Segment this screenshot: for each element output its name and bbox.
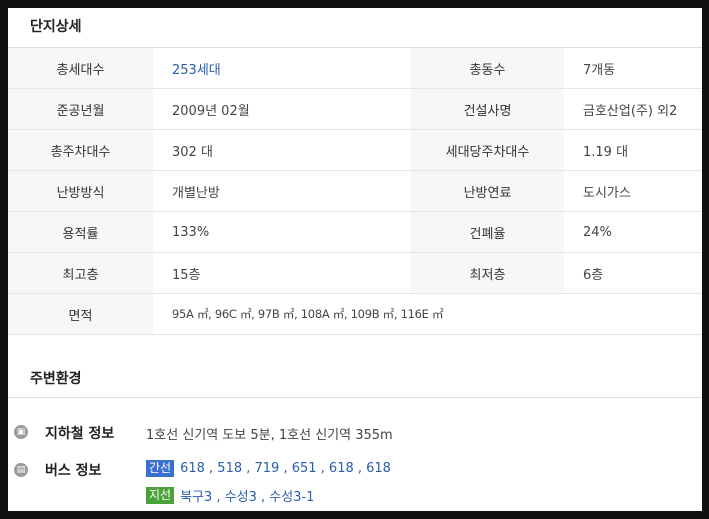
detail-section-title: 단지상세 [30,19,82,35]
table-row: 용적률 133% 건폐율 24% [8,211,702,253]
label-total-households: 총세대수 [8,48,153,89]
branch-route-badge: 지선 [146,487,175,504]
label-area: 면적 [8,293,153,335]
branch-routes[interactable]: 북구3 , 수성3 , 수성3-1 [180,490,314,505]
bus-label: 버스 정보 [45,463,102,479]
label-total-parking: 총주차대수 [8,129,153,171]
divider [8,397,702,398]
value-building-coverage: 24% [564,211,702,253]
label-floor-area-ratio: 용적률 [8,211,153,253]
value-area: 95A ㎡, 96C ㎡, 97B ㎡, 108A ㎡, 109B ㎡, 116… [153,293,702,335]
label-heating-fuel: 난방연료 [411,170,564,212]
subway-info-row: ▣ 지하철 정보 1호선 신기역 도보 5분, 1호선 신기역 355m [8,422,702,444]
subway-icon: ▣ [14,425,28,439]
value-heating-method: 개별난방 [153,170,411,212]
table-row: 면적 95A ㎡, 96C ㎡, 97B ㎡, 108A ㎡, 109B ㎡, … [8,293,702,335]
bus-icon: ▤ [14,463,28,477]
label-building-coverage: 건폐율 [411,211,564,253]
table-row: 준공년월 2009년 02월 건설사명 금호산업(주) 외2 [8,88,702,130]
bus-info-row: ▤ 버스 정보 간선 618 , 518 , 719 , 651 , 618 , … [8,460,702,510]
bus-main-line: 간선 618 , 518 , 719 , 651 , 618 , 618 [146,460,391,477]
subway-text: 1호선 신기역 도보 5분, 1호선 신기역 355m [146,428,393,443]
label-max-floor: 최고층 [8,252,153,294]
table-row: 총세대수 253세대 총동수 7개동 [8,48,702,89]
label-parking-per-household: 세대당주차대수 [411,129,564,171]
label-completion-date: 준공년월 [8,88,153,130]
subway-label: 지하철 정보 [45,426,115,442]
table-row: 최고층 15층 최저층 6층 [8,252,702,294]
value-completion-date: 2009년 02월 [153,88,411,130]
environment-section-title: 주변환경 [30,371,82,387]
label-building-count: 총동수 [411,48,564,89]
value-total-households[interactable]: 253세대 [153,48,411,89]
value-total-parking: 302 대 [153,129,411,171]
value-min-floor: 6층 [564,252,702,294]
value-heating-fuel: 도시가스 [564,170,702,212]
main-route-badge: 간선 [146,460,175,477]
value-parking-per-household: 1.19 대 [564,129,702,171]
bus-branch-line: 지선 북구3 , 수성3 , 수성3-1 [146,486,314,505]
complex-info-panel: 단지상세 총세대수 253세대 총동수 7개동 준공년월 2009년 02월 건… [8,8,702,511]
label-builder: 건설사명 [411,88,564,130]
main-routes[interactable]: 618 , 518 , 719 , 651 , 618 , 618 [180,461,391,476]
detail-table: 총세대수 253세대 총동수 7개동 준공년월 2009년 02월 건설사명 금… [8,48,702,335]
value-floor-area-ratio: 133% [153,211,411,253]
table-row: 총주차대수 302 대 세대당주차대수 1.19 대 [8,129,702,171]
label-min-floor: 최저층 [411,252,564,294]
value-max-floor: 15층 [153,252,411,294]
table-row: 난방방식 개별난방 난방연료 도시가스 [8,170,702,212]
value-building-count: 7개동 [564,48,702,89]
value-builder: 금호산업(주) 외2 [564,88,702,130]
label-heating-method: 난방방식 [8,170,153,212]
